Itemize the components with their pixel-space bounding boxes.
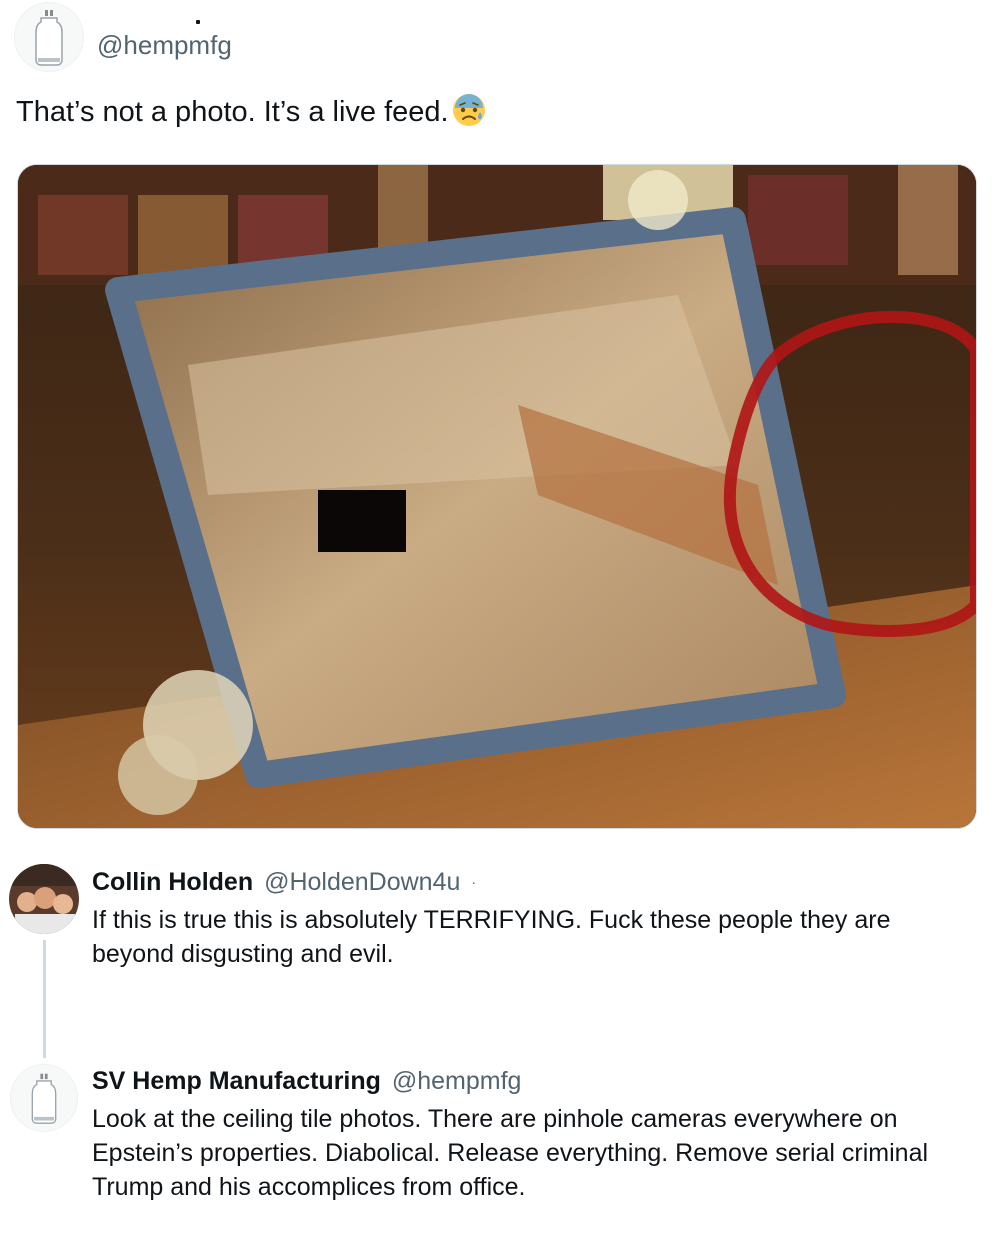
author-avatar[interactable] xyxy=(14,2,84,72)
reply-avatar-collin[interactable] xyxy=(9,864,79,934)
bottle-icon xyxy=(31,1073,57,1124)
anxious-face-with-sweat-icon xyxy=(451,92,487,137)
reply-author-handle[interactable]: @hempmfg xyxy=(392,1067,522,1095)
bottle-icon xyxy=(35,10,63,66)
tweet-text: That’s not a photo. It’s a live feed. xyxy=(16,92,487,137)
photo-of-mirror-frame-with-red-circle xyxy=(18,165,976,828)
thread-connector-line xyxy=(43,940,46,1058)
reply-author-name[interactable]: Collin Holden xyxy=(92,868,253,896)
author-handle[interactable]: @hempmfg xyxy=(97,30,232,61)
reply-separator: · xyxy=(471,874,477,890)
decorative-dot xyxy=(196,20,200,24)
reply-header: SV Hemp Manufacturing @hempmfg xyxy=(92,1065,521,1097)
reply-author-name[interactable]: SV Hemp Manufacturing xyxy=(92,1067,381,1095)
reply-text: Look at the ceiling tile photos. There a… xyxy=(92,1105,929,1201)
reply-header: Collin Holden @HoldenDown4u · xyxy=(92,866,476,898)
reply-text: If this is true this is absolutely TERRI… xyxy=(92,906,891,968)
tweet-text-content: That’s not a photo. It’s a live feed. xyxy=(16,96,449,128)
group-photo-avatar-icon xyxy=(9,864,79,934)
tweet-photo[interactable] xyxy=(17,164,977,829)
reply-avatar-hempmfg[interactable] xyxy=(10,1064,78,1132)
reply-author-handle[interactable]: @HoldenDown4u xyxy=(264,868,460,896)
